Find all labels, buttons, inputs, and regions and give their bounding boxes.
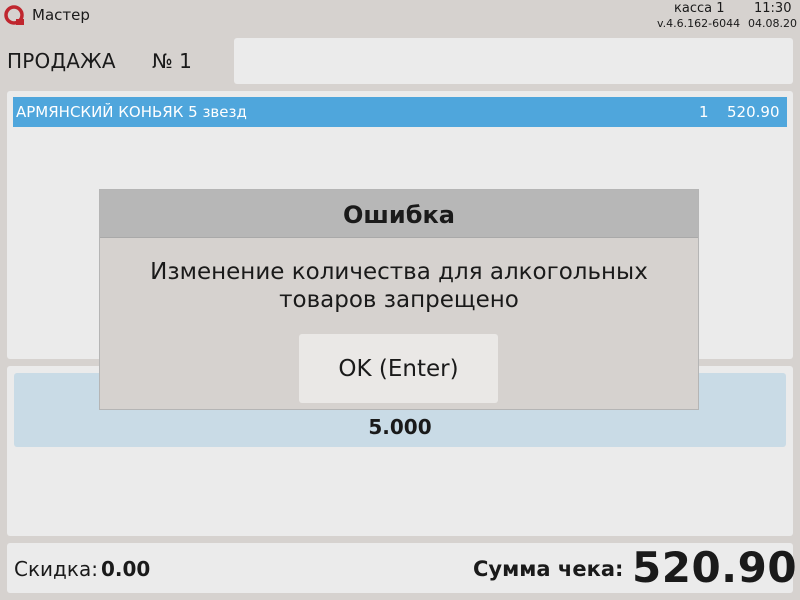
register-label: касса 1 (674, 1, 725, 16)
item-price: 520.90 (727, 103, 780, 121)
discount-value: 0.00 (101, 557, 151, 581)
dialog-message-line: товаров запрещено (279, 287, 519, 313)
item-quantity: 1 (699, 103, 709, 121)
list-item[interactable]: АРМЯНСКИЙ КОНЬЯК 5 звезд 1 520.90 (13, 97, 787, 127)
top-bar: Мастер касса 1 11:30 v.4.6.162-6044 04.0… (0, 0, 800, 30)
item-name: АРМЯНСКИЙ КОНЬЯК 5 звезд (16, 103, 247, 121)
discount-label: Скидка: (14, 557, 98, 581)
total-label: Сумма чека: (473, 557, 624, 581)
dialog-message-line: Изменение количества для алкогольных (150, 259, 648, 285)
app-title: Мастер (32, 6, 90, 24)
sale-title: ПРОДАЖА (7, 49, 116, 73)
error-dialog: Ошибка Изменение количества для алкоголь… (99, 189, 699, 410)
dialog-message: Изменение количества для алкогольных тов… (100, 258, 698, 314)
total-value: 520.90 (632, 543, 798, 592)
sale-number: № 1 (152, 49, 192, 73)
dialog-header: Ошибка (100, 190, 698, 238)
date-label: 04.08.20 (748, 17, 797, 30)
item-info-value: 5.000 (368, 415, 432, 439)
dialog-title: Ошибка (343, 201, 455, 229)
version-label: v.4.6.162-6044 (657, 17, 741, 30)
clock: 11:30 (754, 1, 792, 16)
app-logo-icon (3, 4, 25, 26)
ok-button[interactable]: OK (Enter) (299, 334, 498, 403)
input-field[interactable] (234, 38, 793, 84)
